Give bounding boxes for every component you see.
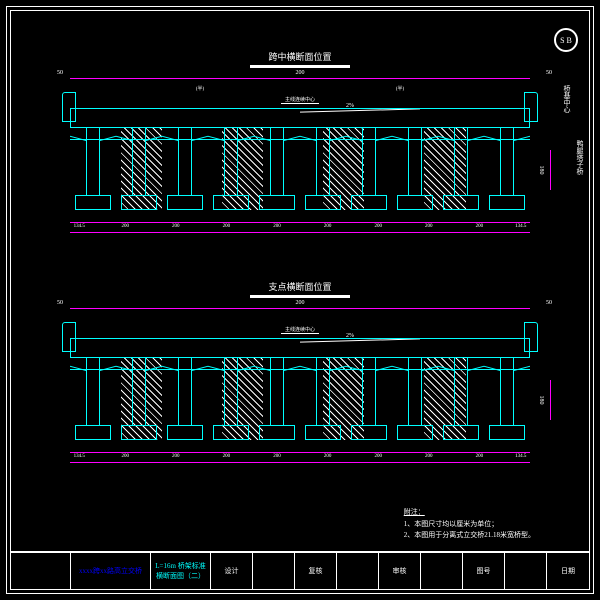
- dim-value: 200: [476, 224, 484, 229]
- half-label-r: (半): [396, 85, 404, 92]
- section-title: 支点横断面位置: [50, 280, 550, 293]
- dim-value: 200: [324, 224, 332, 229]
- tb-design: 设计: [211, 553, 253, 589]
- dim-value: 134.5: [515, 224, 526, 229]
- t-girder: [116, 358, 162, 440]
- note-line: 2、本图用于分离式立交桥21.18米宽桥型。: [404, 530, 535, 541]
- dim-value: 200: [425, 224, 433, 229]
- dim-overall: [70, 78, 530, 79]
- dim-value: 200: [223, 454, 231, 459]
- t-girder: [208, 128, 254, 210]
- dim-parapet-r: 50: [546, 300, 552, 306]
- title-block: xxxx跨xx路高立交桥 L=16m 桥架标准横断面图（二） 设计 复核 审核 …: [10, 552, 590, 590]
- bottom-dims: 134.5 200 200 200 200 200 200 200 200 13…: [70, 448, 530, 468]
- dim-value: 200: [476, 454, 484, 459]
- dim-value: 200: [374, 454, 382, 459]
- dim-value: 200: [324, 454, 332, 459]
- dim-value: 200: [273, 454, 281, 459]
- tb-check-val: [421, 553, 463, 589]
- t-girder: [116, 128, 162, 210]
- height-dim: 180: [540, 380, 560, 420]
- tb-drawing-title: L=16m 桥架标准横断面图（二）: [151, 553, 211, 589]
- t-girder: [254, 358, 300, 440]
- tb-check: 审核: [379, 553, 421, 589]
- dim-parapet-r: 50: [546, 70, 552, 76]
- t-girder: [346, 358, 392, 440]
- dim-value: 134.5: [74, 224, 85, 229]
- dim-value: 200: [121, 224, 129, 229]
- dim-overall: [70, 308, 530, 309]
- height-dim: 180: [540, 150, 560, 190]
- t-girder: [70, 358, 116, 440]
- tb-review-val: [337, 553, 379, 589]
- t-girder: [254, 128, 300, 210]
- note-line: 1、本图尺寸均以厘米为单位；: [404, 519, 535, 530]
- tb-route: xxxx跨xx路高立交桥: [71, 553, 151, 589]
- section-support: 支点横断面位置 200 50 50 主线连续中心 2%: [50, 280, 550, 470]
- notes-block: 附注： 1、本图尺寸均以厘米为单位； 2、本图用于分离式立交桥21.18米宽桥型…: [404, 507, 535, 541]
- tb-design-val: [253, 553, 295, 589]
- centerline-label: 主线连续中心: [281, 326, 319, 334]
- t-girder: [162, 128, 208, 210]
- tb-sheet-val: [505, 553, 547, 589]
- dim-value: 200: [273, 224, 281, 229]
- dim-value: 200: [223, 224, 231, 229]
- tb-date: 日期: [547, 553, 589, 589]
- side-note-1: 桥基中心: [562, 85, 572, 113]
- centerline-label: 主线连续中心: [281, 96, 319, 104]
- dim-value: 200: [121, 454, 129, 459]
- beam-drawing: 主线连续中心 2% 134.5 200 200 2: [70, 100, 530, 210]
- girder-row: [70, 358, 530, 440]
- half-label-l: (半): [196, 85, 204, 92]
- t-girder: [300, 358, 346, 440]
- side-note-2: 鸭腿塔子桥: [575, 140, 585, 175]
- t-girder: [438, 128, 484, 210]
- t-girder: [484, 128, 530, 210]
- t-girder: [392, 128, 438, 210]
- section-midspan: 跨中横断面位置 200 50 50 (半) (半) 主线连续中心 2%: [50, 50, 550, 240]
- girder-row: [70, 128, 530, 210]
- tb-sheet: 图号: [463, 553, 505, 589]
- t-girder: [208, 358, 254, 440]
- t-girder: [484, 358, 530, 440]
- north-arrow-icon: S B: [554, 28, 578, 52]
- dim-value: 134.5: [74, 454, 85, 459]
- t-girder: [162, 358, 208, 440]
- tb-project: [11, 553, 71, 589]
- dim-overall-value: 200: [296, 300, 305, 306]
- title-underline: [250, 65, 350, 68]
- dim-value: 200: [172, 454, 180, 459]
- bottom-dims: 134.5 200 200 200 200 200 200 200 200 13…: [70, 218, 530, 238]
- height-value: 180: [538, 396, 544, 405]
- dim-overall-value: 200: [296, 70, 305, 76]
- section-title: 跨中横断面位置: [50, 50, 550, 63]
- height-value: 180: [538, 166, 544, 175]
- t-girder: [70, 128, 116, 210]
- title-underline: [250, 295, 350, 298]
- t-girder: [300, 128, 346, 210]
- t-girder: [392, 358, 438, 440]
- tb-review: 复核: [295, 553, 337, 589]
- beam-drawing: 主线连续中心 2% 134.5 200 200 2: [70, 330, 530, 440]
- dim-parapet-l: 50: [57, 300, 63, 306]
- dim-parapet-l: 50: [57, 70, 63, 76]
- dim-value: 200: [425, 454, 433, 459]
- dim-value: 134.5: [515, 454, 526, 459]
- dim-value: 200: [374, 224, 382, 229]
- t-girder: [346, 128, 392, 210]
- dim-value: 200: [172, 224, 180, 229]
- notes-title: 附注：: [404, 507, 535, 518]
- t-girder: [438, 358, 484, 440]
